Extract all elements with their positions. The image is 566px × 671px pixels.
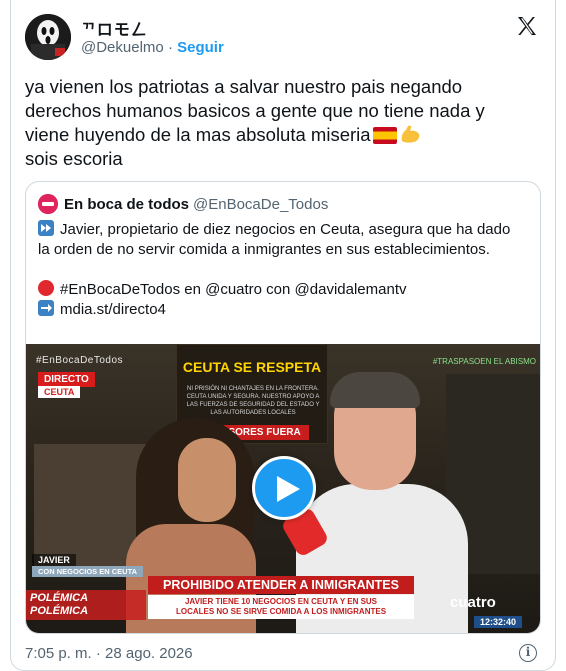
author-handle[interactable]: @Dekuelmo — [81, 39, 164, 56]
quoted-hashtag-line: #EnBocaDeTodos en @cuatro con @davidalem… — [38, 280, 532, 300]
video-player[interactable]: CEUTA SE RESPETA NI PRISIÓN NI CHANTAJES… — [26, 344, 540, 633]
subheadline-line-2: LOCALES NO SE SIRVE COMIDA A LOS INMIGRA… — [175, 607, 387, 616]
tweet-timestamp[interactable]: 7:05 p. m. · 28 ago. 2026 — [25, 645, 193, 662]
headline-ticker: PROHIBIDO ATENDER A INMIGRANTES — [148, 576, 414, 594]
subheadline-ticker: JAVIER TIENE 10 NEGOCIOS EN CEUTA Y EN S… — [148, 595, 414, 619]
broadcast-clock: 12:32:40 — [474, 616, 523, 628]
banner-text: NI PRISIÓN NI CHANTAJES EN LA FRONTERA. … — [186, 386, 320, 416]
tweet-text: ya vienen los patriotas a salvar nuestro… — [25, 75, 545, 171]
author-handle-row: @Dekuelmo · Seguir — [81, 39, 224, 56]
quoted-text-line-1: Javier, propietario de diez negocios en … — [60, 221, 511, 238]
live-badge: DIRECTO — [38, 372, 95, 387]
author-avatar[interactable] — [25, 14, 71, 60]
program-hashtag-badge: #EnBocaDeTodos — [36, 355, 124, 366]
polemica-strap: POLÉMICA POLÉMICA — [26, 590, 146, 620]
lower-third-subtitle: CON NEGOCIOS EN CEUTA — [32, 566, 144, 577]
quoted-author[interactable]: En boca de todos @EnBocaDe_Todos — [64, 196, 328, 213]
interviewee-hair — [330, 372, 420, 408]
quoted-link[interactable]: mdia.st/directo4 — [60, 301, 166, 318]
tweet-line: viene huyendo de la mas absoluta miseria — [25, 124, 371, 145]
quoted-line: Javier, propietario de diez negocios en … — [38, 220, 532, 240]
quoted-display-name[interactable]: En boca de todos — [64, 196, 189, 213]
quoted-spacer — [38, 260, 532, 280]
subheadline-line-1: JAVIER TIENE 10 NEGOCIOS EN CEUTA Y EN S… — [184, 597, 378, 606]
quoted-avatar[interactable] — [38, 194, 58, 214]
location-badge: CEUTA — [38, 386, 81, 398]
right-arrow-icon — [38, 300, 54, 316]
channel-logo: cuatro — [450, 594, 496, 611]
handle-separator: · — [167, 39, 173, 56]
info-icon[interactable]: i — [519, 644, 537, 662]
banner-title: CEUTA SE RESPETA — [182, 359, 322, 375]
quoted-tweet[interactable]: En boca de todos @EnBocaDe_Todos Javier, … — [25, 181, 541, 634]
tweet-line-with-emoji: viene huyendo de la mas absoluta miseria — [25, 123, 545, 147]
flexed-biceps-emoji — [401, 125, 419, 143]
quoted-link-line: mdia.st/directo4 — [38, 300, 532, 320]
follow-button[interactable]: Seguir — [177, 39, 224, 56]
quoted-handle[interactable]: @EnBocaDe_Todos — [193, 196, 328, 213]
quoted-text-line-2: la orden de no servir comida a inmigrant… — [38, 241, 490, 258]
lower-third-name: JAVIER — [32, 554, 76, 566]
author-display-name[interactable]: ᄁロモㄥ — [81, 16, 148, 40]
red-circle-icon — [38, 280, 54, 296]
hashtag-text[interactable]: #EnBocaDeTodos en @cuatro con @davidalem… — [60, 281, 407, 298]
reporter-face — [178, 438, 236, 522]
fast-forward-icon — [38, 220, 54, 236]
tweet-line: sois escoria — [25, 148, 123, 169]
tweet-line: derechos humanos basicos a gente que no … — [25, 100, 485, 121]
play-icon[interactable] — [252, 456, 316, 520]
quoted-text: Javier, propietario de diez negocios en … — [38, 220, 532, 320]
program-corner-badge: #TRASPASOEN EL ABISMO — [432, 357, 536, 366]
tweet-line: ya vienen los patriotas a salvar nuestro… — [25, 76, 463, 97]
x-logo-icon[interactable] — [515, 14, 539, 38]
spain-flag-emoji — [372, 127, 397, 144]
tweet-card: ᄁロモㄥ @Dekuelmo · Seguir ya vienen los pa… — [10, 0, 556, 671]
